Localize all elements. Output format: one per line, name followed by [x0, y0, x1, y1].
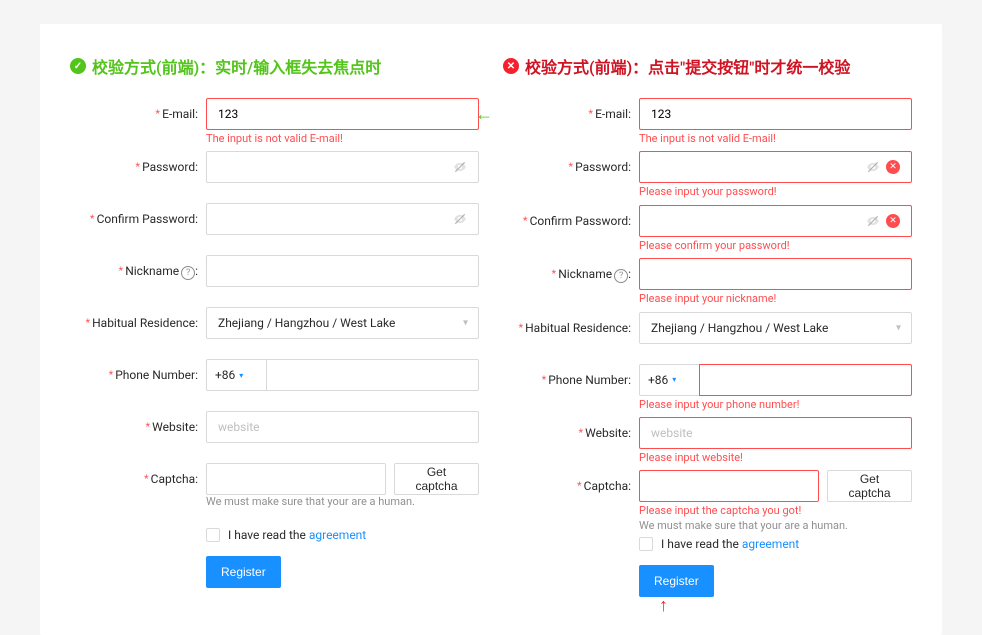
captcha-label: *Captcha: [70, 463, 206, 523]
phone-prefix-select[interactable]: +86 ▾ [639, 364, 699, 396]
captcha-extra: We must make sure that your are a human. [206, 495, 479, 508]
chevron-down-icon: ▾ [896, 322, 901, 333]
form-submit-validation: ✕ 校验方式(前端)：点击"提交按钮"时才统一校验 *E-mail: The i… [503, 54, 912, 615]
register-button[interactable]: Register [639, 565, 714, 597]
email-label: *E-mail: [70, 98, 206, 146]
nickname-field[interactable] [639, 258, 912, 290]
agreement-link[interactable]: agreement [309, 528, 366, 542]
phone-prefix-select[interactable]: +86 ▾ [206, 359, 266, 391]
password-label: *Password: [70, 151, 206, 198]
agreement-checkbox[interactable]: I have read the agreement [206, 528, 479, 542]
checkbox-icon [639, 537, 653, 551]
phone-field[interactable] [699, 364, 912, 396]
email-error: The input is not valid E-mail! [206, 131, 479, 146]
nickname-label: *Nickname?: [503, 258, 639, 306]
register-button[interactable]: Register [206, 556, 281, 588]
email-error: The input is not valid E-mail! [639, 131, 912, 146]
password-label: *Password: [503, 151, 639, 199]
confirm-password-label: *Confirm Password: [503, 205, 639, 253]
email-label: *E-mail: [503, 98, 639, 146]
question-circle-icon: ? [614, 269, 628, 283]
password-field[interactable]: ✕ [639, 151, 912, 183]
close-circle-icon: ✕ [886, 160, 900, 174]
confirm-password-label: *Confirm Password: [70, 203, 206, 250]
title-text: 校验方式(前端)：实时/输入框失去焦点时 [92, 54, 381, 78]
email-field[interactable] [206, 98, 479, 130]
nickname-field[interactable] [206, 255, 479, 287]
website-label: *Website: [503, 417, 639, 465]
chevron-down-icon: ▾ [463, 318, 468, 329]
eye-invisible-icon [866, 160, 880, 174]
get-captcha-button[interactable]: Get captcha [827, 470, 912, 502]
agreement-checkbox[interactable]: I have read the agreement [639, 537, 912, 551]
eye-invisible-icon [866, 214, 880, 228]
agreement-text: I have read the [228, 528, 309, 542]
residence-label: *Habitual Residence: [70, 307, 206, 354]
page: ✓ 校验方式(前端)：实时/输入框失去焦点时 *E-mail: The inpu… [0, 0, 982, 600]
captcha-error: Please input the captcha you got! [639, 503, 912, 518]
captcha-extra: We must make sure that your are a human. [639, 519, 912, 532]
agreement-link[interactable]: agreement [742, 537, 799, 551]
website-label: *Website: [70, 411, 206, 458]
email-field[interactable] [639, 98, 912, 130]
form-realtime-validation: ✓ 校验方式(前端)：实时/输入框失去焦点时 *E-mail: The inpu… [70, 54, 479, 615]
website-error: Please input website! [639, 450, 912, 465]
confirm-error: Please confirm your password! [639, 238, 912, 253]
close-circle-icon: ✕ [886, 214, 900, 228]
question-circle-icon: ? [181, 266, 195, 280]
confirm-password-field[interactable] [206, 203, 479, 235]
check-circle-icon: ✓ [70, 58, 86, 74]
get-captcha-button[interactable]: Get captcha [394, 463, 479, 495]
phone-label: *Phone Number: [70, 359, 206, 406]
title-realtime: ✓ 校验方式(前端)：实时/输入框失去焦点时 [70, 54, 479, 78]
password-field[interactable] [206, 151, 479, 183]
residence-select[interactable]: Zhejiang / Hangzhou / West Lake ▾ [639, 312, 912, 344]
captcha-label: *Captcha: [503, 470, 639, 531]
captcha-field[interactable] [639, 470, 819, 502]
phone-label: *Phone Number: [503, 364, 639, 412]
chevron-down-icon: ▾ [672, 375, 676, 384]
arrow-up-icon: ↑ [639, 597, 912, 615]
chevron-down-icon: ▾ [239, 371, 243, 380]
close-circle-icon: ✕ [503, 58, 519, 74]
residence-label: *Habitual Residence: [503, 312, 639, 359]
comparison-card: ✓ 校验方式(前端)：实时/输入框失去焦点时 *E-mail: The inpu… [40, 24, 942, 635]
agreement-text: I have read the [661, 537, 742, 551]
eye-invisible-icon [453, 212, 467, 226]
password-error: Please input your password! [639, 184, 912, 199]
phone-error: Please input your phone number! [639, 397, 912, 412]
residence-select[interactable]: Zhejiang / Hangzhou / West Lake ▾ [206, 307, 479, 339]
title-text: 校验方式(前端)：点击"提交按钮"时才统一校验 [525, 54, 850, 78]
confirm-password-field[interactable]: ✕ [639, 205, 912, 237]
website-field[interactable] [206, 411, 479, 443]
nickname-error: Please input your nickname! [639, 291, 912, 306]
eye-invisible-icon [453, 160, 467, 174]
phone-field[interactable] [266, 359, 479, 391]
captcha-field[interactable] [206, 463, 386, 495]
nickname-label: *Nickname?: [70, 255, 206, 302]
title-submit: ✕ 校验方式(前端)：点击"提交按钮"时才统一校验 [503, 54, 912, 78]
website-field[interactable] [639, 417, 912, 449]
checkbox-icon [206, 528, 220, 542]
